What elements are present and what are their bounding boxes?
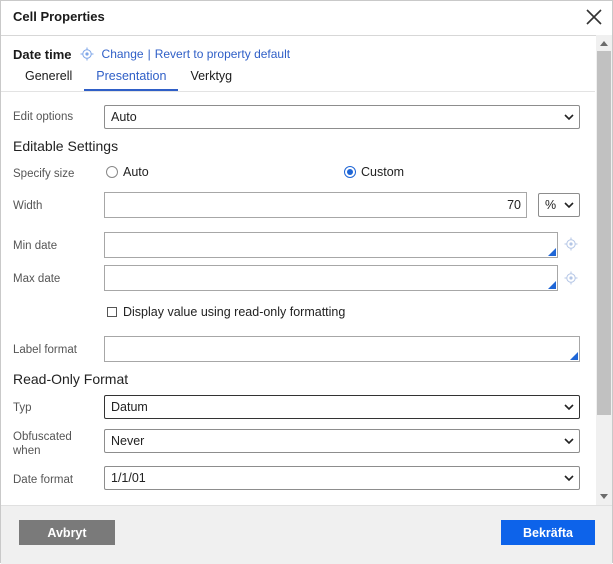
- tab-generell[interactable]: Generell: [13, 67, 84, 89]
- radio-custom[interactable]: Custom: [344, 165, 404, 179]
- chevron-down-icon: [564, 438, 574, 445]
- scrollbar-thumb[interactable]: [597, 51, 611, 415]
- min-date-input[interactable]: [104, 232, 558, 258]
- width-label: Width: [13, 200, 43, 212]
- expand-corner-icon: [548, 281, 556, 289]
- link-separator: |: [147, 47, 151, 61]
- scroll-up-arrow-icon[interactable]: [600, 41, 608, 46]
- radio-custom-circle[interactable]: [344, 166, 356, 178]
- width-unit-value: %: [545, 198, 557, 212]
- chevron-down-icon: [564, 404, 574, 411]
- vertical-scrollbar[interactable]: [596, 35, 612, 505]
- edit-options-select[interactable]: Auto: [104, 105, 580, 129]
- tab-presentation[interactable]: Presentation: [84, 67, 179, 91]
- cancel-button[interactable]: Avbryt: [19, 520, 115, 545]
- property-row: Date time Change | Revert to property de…: [13, 45, 290, 63]
- radio-auto-circle[interactable]: [106, 166, 118, 178]
- typ-label: Typ: [13, 402, 32, 414]
- target-icon[interactable]: [80, 47, 94, 61]
- target-icon[interactable]: [564, 237, 578, 251]
- label-format-label: Label format: [13, 344, 77, 356]
- expand-corner-icon: [548, 248, 556, 256]
- edit-options-value: Auto: [111, 110, 137, 124]
- radio-auto[interactable]: Auto: [106, 165, 149, 179]
- date-format-value: 1/1/01: [111, 471, 146, 485]
- dialog-content: Date time Change | Revert to property de…: [1, 35, 595, 505]
- expand-corner-icon: [570, 352, 578, 360]
- date-format-select[interactable]: 1/1/01: [104, 466, 580, 490]
- confirm-button[interactable]: Bekräfta: [501, 520, 595, 545]
- width-input[interactable]: 70: [104, 192, 527, 218]
- dialog-title: Cell Properties: [13, 9, 105, 24]
- chevron-down-icon: [564, 114, 574, 121]
- width-unit-select[interactable]: %: [538, 193, 580, 217]
- tab-bar: Generell Presentation Verktyg: [13, 67, 244, 91]
- tab-verktyg[interactable]: Verktyg: [178, 67, 244, 89]
- readonly-format-checkbox-label: Display value using read-only formatting: [123, 305, 346, 319]
- close-icon[interactable]: [584, 7, 604, 27]
- revert-link[interactable]: Revert to property default: [155, 47, 290, 61]
- target-icon[interactable]: [564, 271, 578, 285]
- min-date-label: Min date: [13, 240, 58, 252]
- property-name: Date time: [13, 46, 72, 62]
- obfuscated-label: Obfuscated when: [13, 431, 72, 457]
- edit-options-label: Edit options: [13, 111, 74, 123]
- specify-size-label: Specify size: [13, 168, 75, 180]
- dialog-header: Cell Properties: [1, 1, 612, 36]
- scroll-down-arrow-icon[interactable]: [600, 494, 608, 499]
- max-date-input[interactable]: [104, 265, 558, 291]
- change-link[interactable]: Change: [102, 47, 144, 61]
- dialog-footer: Avbryt Bekräfta: [1, 505, 612, 564]
- read-only-format-heading: Read-Only Format: [13, 371, 129, 387]
- width-value: 70: [507, 198, 521, 212]
- typ-select[interactable]: Datum: [104, 395, 580, 419]
- obfuscated-value: Never: [111, 434, 145, 448]
- date-format-label: Date format: [13, 474, 74, 486]
- cell-properties-dialog: Cell Properties Date time Change | Rever…: [0, 0, 613, 564]
- radio-custom-label: Custom: [361, 165, 405, 179]
- editable-settings-heading: Editable Settings: [13, 138, 119, 154]
- tab-divider: [1, 91, 595, 92]
- readonly-format-checkbox[interactable]: [107, 307, 117, 317]
- chevron-down-icon: [564, 475, 574, 482]
- obfuscated-select[interactable]: Never: [104, 429, 580, 453]
- max-date-label: Max date: [13, 273, 61, 285]
- chevron-down-icon: [564, 202, 574, 209]
- typ-value: Datum: [111, 400, 148, 414]
- label-format-input[interactable]: [104, 336, 580, 362]
- radio-auto-label: Auto: [123, 165, 149, 179]
- readonly-format-checkbox-row[interactable]: Display value using read-only formatting: [107, 305, 345, 319]
